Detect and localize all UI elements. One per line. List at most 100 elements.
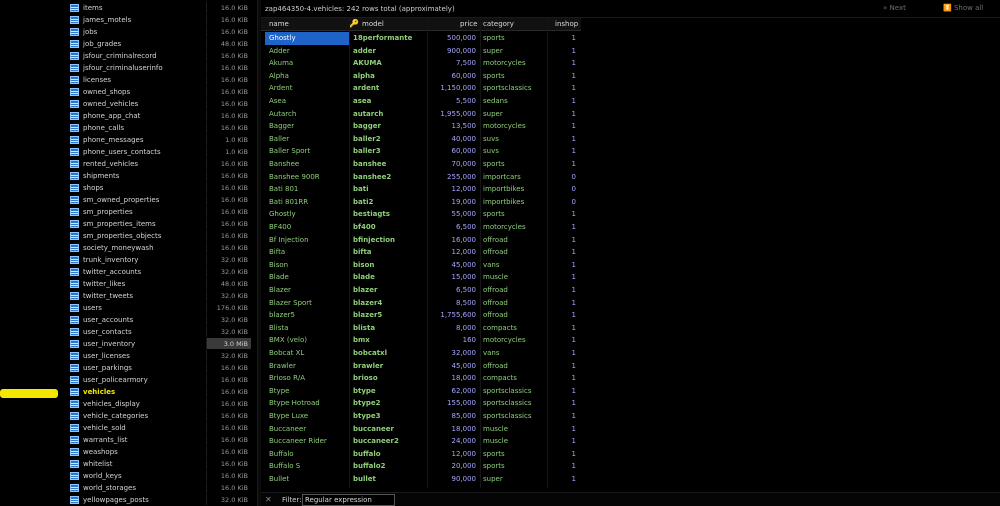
cell-category[interactable]: offroad bbox=[483, 246, 508, 259]
cell-price[interactable]: 500,000 bbox=[431, 32, 476, 45]
cell-name[interactable]: Banshee 900R bbox=[269, 171, 320, 184]
cell-name[interactable]: Bifta bbox=[269, 246, 285, 259]
cell-model[interactable]: bati bbox=[353, 183, 368, 196]
cell-category[interactable]: compacts bbox=[483, 372, 517, 385]
cell-inshop[interactable]: 1 bbox=[551, 45, 576, 58]
table-row[interactable]: Buccaneer Rider buccaneer2 24,000 muscle 1 bbox=[261, 435, 581, 448]
tree-item-jsfour_criminaluserinfo[interactable]: jsfour_criminaluserinfo 16.0 KiB bbox=[58, 62, 257, 74]
cell-model[interactable]: bobcatxl bbox=[353, 347, 387, 360]
cell-inshop[interactable]: 1 bbox=[551, 70, 576, 83]
tree-item-jsfour_criminalrecord[interactable]: jsfour_criminalrecord 16.0 KiB bbox=[58, 50, 257, 62]
cell-model[interactable]: baller2 bbox=[353, 133, 381, 146]
cell-inshop[interactable]: 1 bbox=[551, 372, 576, 385]
cell-model[interactable]: bati2 bbox=[353, 196, 373, 209]
tree-item-world_storages[interactable]: world_storages 16.0 KiB bbox=[58, 482, 257, 494]
tree-item-phone_calls[interactable]: phone_calls 16.0 KiB bbox=[58, 122, 257, 134]
cell-category[interactable]: sports bbox=[483, 460, 505, 473]
cell-model[interactable]: buccaneer2 bbox=[353, 435, 399, 448]
cell-name[interactable]: Btype bbox=[269, 385, 289, 398]
cell-price[interactable]: 7,500 bbox=[431, 57, 476, 70]
cell-category[interactable]: compacts bbox=[483, 322, 517, 335]
cell-model[interactable]: buffalo2 bbox=[353, 460, 385, 473]
cell-inshop[interactable]: 1 bbox=[551, 221, 576, 234]
cell-inshop[interactable]: 1 bbox=[551, 95, 576, 108]
cell-price[interactable]: 13,500 bbox=[431, 120, 477, 133]
table-row[interactable]: Ardent ardent 1,150,000 sportsclassics 1 bbox=[261, 82, 581, 95]
cell-name[interactable]: Brioso R/A bbox=[269, 372, 305, 385]
cell-name[interactable]: Akuma bbox=[269, 57, 293, 70]
tree-item-twitter_likes[interactable]: twitter_likes 48.0 KiB bbox=[58, 278, 257, 290]
cell-category[interactable]: super bbox=[483, 108, 503, 121]
cell-inshop[interactable]: 0 bbox=[551, 171, 576, 184]
cell-name[interactable]: Buccaneer Rider bbox=[269, 435, 327, 448]
tree-item-owned_shops[interactable]: owned_shops 16.0 KiB bbox=[58, 86, 257, 98]
tree-item-yellowpages_posts[interactable]: yellowpages_posts 32.0 KiB bbox=[58, 494, 257, 506]
cell-inshop[interactable]: 1 bbox=[551, 32, 576, 45]
table-row[interactable]: Banshee banshee 70,000 sports 1 bbox=[261, 158, 581, 171]
cell-name[interactable]: Blista bbox=[269, 322, 288, 335]
cell-price[interactable]: 6,500 bbox=[431, 284, 476, 297]
close-filter-icon[interactable]: ✕ bbox=[265, 495, 272, 504]
cell-name[interactable]: Btype Hotroad bbox=[269, 397, 320, 410]
cell-name[interactable]: Blade bbox=[269, 271, 289, 284]
cell-model[interactable]: btype3 bbox=[353, 410, 381, 423]
filter-input[interactable] bbox=[302, 494, 395, 506]
cell-inshop[interactable]: 1 bbox=[551, 246, 576, 259]
cell-model[interactable]: blazer4 bbox=[353, 297, 382, 310]
cell-inshop[interactable]: 1 bbox=[551, 133, 576, 146]
tree-item-sm_owned_properties[interactable]: sm_owned_properties 16.0 KiB bbox=[58, 194, 257, 206]
tree-item-society_moneywash[interactable]: society_moneywash 16.0 KiB bbox=[58, 242, 257, 254]
column-header-model[interactable]: model bbox=[362, 20, 384, 28]
table-row[interactable]: Bullet bullet 90,000 super 1 bbox=[261, 473, 581, 486]
cell-inshop[interactable]: 1 bbox=[551, 322, 576, 335]
tree-item-sm_properties[interactable]: sm_properties 16.0 KiB bbox=[58, 206, 257, 218]
cell-inshop[interactable]: 1 bbox=[551, 82, 576, 95]
tree-item-items[interactable]: items 16.0 KiB bbox=[58, 2, 257, 14]
cell-model[interactable]: buffalo bbox=[353, 448, 381, 461]
cell-inshop[interactable]: 1 bbox=[551, 259, 576, 272]
tree-item-phone_app_chat[interactable]: phone_app_chat 16.0 KiB bbox=[58, 110, 257, 122]
tree-item-whitelist[interactable]: whitelist 16.0 KiB bbox=[58, 458, 257, 470]
cell-category[interactable]: sports bbox=[483, 70, 505, 83]
table-row[interactable]: Buffalo S buffalo2 20,000 sports 1 bbox=[261, 460, 581, 473]
table-row[interactable]: BMX (velo) bmx 160 motorcycles 1 bbox=[261, 334, 581, 347]
show-all-button[interactable]: ⏬ Show all bbox=[943, 4, 983, 12]
tree-item-sm_properties_objects[interactable]: sm_properties_objects 16.0 KiB bbox=[58, 230, 257, 242]
cell-inshop[interactable]: 1 bbox=[551, 234, 576, 247]
cell-price[interactable]: 1,955,000 bbox=[431, 108, 476, 121]
tree-item-twitter_tweets[interactable]: twitter_tweets 32.0 KiB bbox=[58, 290, 257, 302]
table-row[interactable]: Blazer Sport blazer4 8,500 offroad 1 bbox=[261, 297, 581, 310]
table-row[interactable]: Bf Injection bfinjection 16,000 offroad 1 bbox=[261, 234, 581, 247]
cell-inshop[interactable]: 1 bbox=[551, 108, 576, 121]
cell-category[interactable]: motorcycles bbox=[483, 334, 526, 347]
cell-category[interactable]: muscle bbox=[483, 423, 508, 436]
table-row[interactable]: Bati 801 bati 12,000 importbikes 0 bbox=[261, 183, 581, 196]
cell-model[interactable]: blista bbox=[353, 322, 375, 335]
cell-name[interactable]: Ghostly bbox=[265, 32, 349, 45]
cell-model[interactable]: autarch bbox=[353, 108, 383, 121]
cell-price[interactable]: 45,000 bbox=[431, 259, 477, 272]
cell-name[interactable]: Alpha bbox=[269, 70, 289, 83]
cell-category[interactable]: motorcycles bbox=[483, 221, 526, 234]
cell-name[interactable]: Bf Injection bbox=[269, 234, 309, 247]
cell-category[interactable]: suvs bbox=[483, 145, 499, 158]
cell-category[interactable]: vans bbox=[483, 347, 500, 360]
table-row[interactable]: Banshee 900R banshee2 255,000 importcars 0 bbox=[261, 171, 581, 184]
cell-name[interactable]: Bagger bbox=[269, 120, 294, 133]
cell-category[interactable]: importbikes bbox=[483, 196, 524, 209]
table-row[interactable]: Bati 801RR bati2 19,000 importbikes 0 bbox=[261, 196, 581, 209]
cell-name[interactable]: Baller bbox=[269, 133, 289, 146]
cell-model[interactable]: buccaneer bbox=[353, 423, 394, 436]
cell-category[interactable]: offroad bbox=[483, 360, 508, 373]
table-row[interactable]: Btype Hotroad btype2 155,000 sportsclassics… bbox=[261, 397, 581, 410]
cell-category[interactable]: muscle bbox=[483, 435, 508, 448]
cell-name[interactable]: Ghostly bbox=[269, 208, 296, 221]
cell-model[interactable]: blazer5 bbox=[353, 309, 382, 322]
cell-name[interactable]: Ardent bbox=[269, 82, 292, 95]
cell-price[interactable]: 45,000 bbox=[431, 360, 477, 373]
cell-model[interactable]: blade bbox=[353, 271, 375, 284]
cell-name[interactable]: BMX (velo) bbox=[269, 334, 307, 347]
tree-item-shipments[interactable]: shipments 16.0 KiB bbox=[58, 170, 257, 182]
cell-model[interactable]: bf400 bbox=[353, 221, 376, 234]
cell-model[interactable]: btype2 bbox=[353, 397, 381, 410]
